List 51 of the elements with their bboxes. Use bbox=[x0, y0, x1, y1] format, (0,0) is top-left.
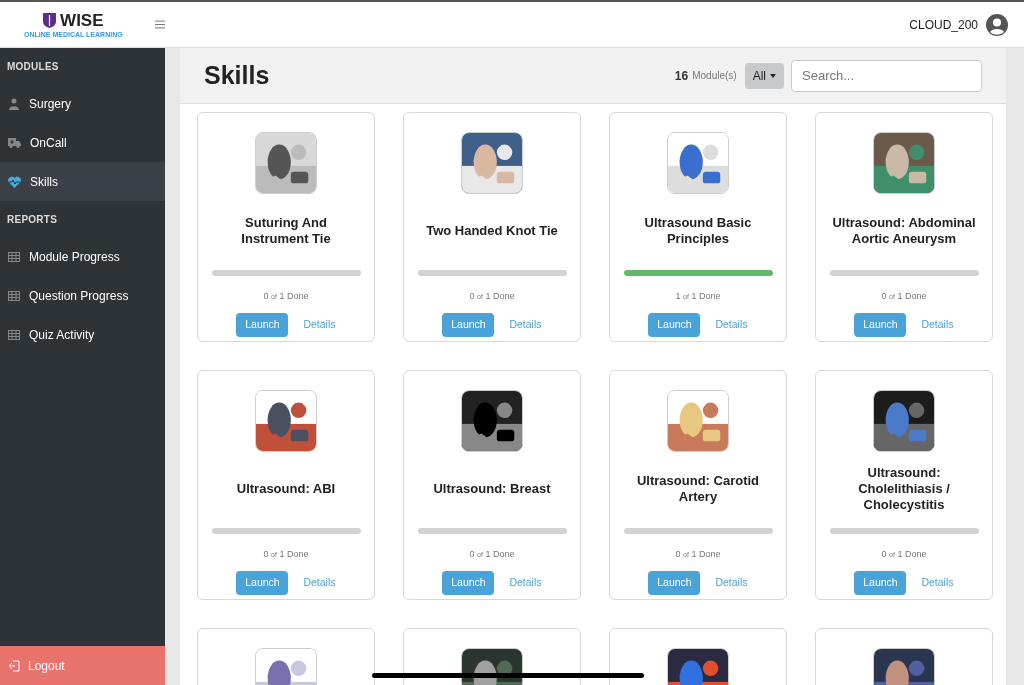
section-heading: MODULES bbox=[6, 59, 60, 74]
shield-logo-icon bbox=[43, 12, 57, 28]
surgeon-icon bbox=[8, 97, 20, 110]
launch-button[interactable]: Launch bbox=[648, 312, 701, 337]
card-title: Ultrasound: ABI bbox=[236, 481, 336, 497]
caret-icon bbox=[770, 73, 776, 78]
launch-button[interactable]: Launch bbox=[648, 570, 701, 595]
details-link[interactable]: Details bbox=[303, 574, 336, 591]
details-link[interactable]: Details bbox=[509, 574, 542, 591]
heartbeat-icon bbox=[8, 175, 21, 188]
section-heading: REPORTS bbox=[6, 212, 59, 227]
details-link[interactable]: Details bbox=[921, 316, 954, 333]
card-title: Ultrasound: Carotid Artery bbox=[635, 473, 761, 505]
details-link[interactable]: Details bbox=[303, 316, 336, 333]
page-title: Skills bbox=[204, 59, 270, 91]
menu-icon[interactable] bbox=[154, 18, 165, 31]
launch-button[interactable]: Launch bbox=[236, 312, 289, 337]
ambulance-icon bbox=[8, 137, 21, 148]
module-count-label: Module(s) bbox=[692, 69, 737, 83]
launch-button[interactable]: Launch bbox=[442, 312, 495, 337]
sidebar-item[interactable]: Module Progress bbox=[0, 237, 165, 276]
card-title: Ultrasound: Breast bbox=[433, 481, 551, 497]
details-link[interactable]: Details bbox=[509, 316, 542, 333]
table-icon bbox=[8, 251, 20, 262]
username[interactable]: CLOUD_200 bbox=[909, 15, 978, 34]
launch-button[interactable]: Launch bbox=[854, 312, 907, 337]
details-link[interactable]: Details bbox=[715, 316, 748, 333]
card-title: Ultrasound Basic Principles bbox=[643, 215, 753, 247]
details-link[interactable]: Details bbox=[921, 574, 954, 591]
sidebar-item[interactable]: Question Progress bbox=[0, 276, 165, 315]
sidebar-item[interactable]: Surgery bbox=[0, 84, 165, 123]
module-count: 16 bbox=[674, 67, 689, 85]
launch-button[interactable]: Launch bbox=[442, 570, 495, 595]
sidebar-item[interactable]: Skills bbox=[0, 162, 165, 201]
user-avatar-icon[interactable] bbox=[986, 13, 1008, 36]
logout-button[interactable]: Logout bbox=[0, 646, 165, 685]
card-title: Two Handed Knot Tie bbox=[426, 223, 558, 239]
logout-icon bbox=[8, 659, 20, 672]
launch-button[interactable]: Launch bbox=[854, 570, 907, 595]
details-link[interactable]: Details bbox=[715, 574, 748, 591]
card-title: Ultrasound: Abdominal Aortic Aneurysm bbox=[832, 215, 976, 247]
logo-title: WISE bbox=[60, 11, 104, 29]
table-icon bbox=[8, 329, 20, 340]
sidebar-item[interactable]: Quiz Activity bbox=[0, 315, 165, 354]
card-title: Suturing And Instrument Tie bbox=[240, 215, 332, 247]
filter-dropdown[interactable]: All bbox=[744, 62, 784, 89]
sidebar-item[interactable]: OnCall bbox=[0, 123, 165, 162]
card-title: Ultrasound: Cholelithiasis / Cholecystitis bbox=[857, 465, 951, 513]
search-field[interactable]: Search... bbox=[791, 59, 982, 92]
launch-button[interactable]: Launch bbox=[236, 570, 289, 595]
table-icon bbox=[8, 290, 20, 301]
